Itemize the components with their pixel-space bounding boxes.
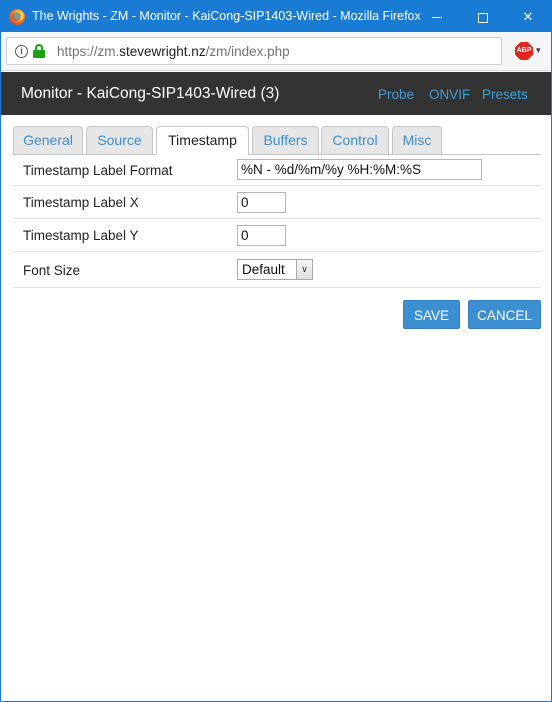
browser-window: The Wrights - ZM - Monitor - KaiCong-SIP… bbox=[0, 0, 552, 702]
form-row: Timestamp Label X bbox=[13, 186, 541, 219]
close-button[interactable]: ✕ bbox=[505, 1, 551, 32]
timestamp-label-x-label: Timestamp Label X bbox=[23, 195, 139, 210]
tab-general[interactable]: General bbox=[13, 126, 83, 154]
form-row: Timestamp Label Format bbox=[13, 155, 541, 186]
timestamp-label-x-input[interactable] bbox=[237, 192, 286, 213]
probe-link[interactable]: Probe bbox=[378, 87, 414, 102]
info-icon[interactable]: i bbox=[15, 45, 28, 58]
navigation-bar: i https://zm.stevewright.nz/zm/index.php… bbox=[1, 32, 551, 71]
font-size-label: Font Size bbox=[23, 263, 81, 278]
form-row: Font Size Default ∨ bbox=[13, 252, 541, 288]
font-size-select[interactable]: Default ∨ bbox=[237, 259, 313, 280]
page-header: Monitor - KaiCong-SIP1403-Wired (3) Prob… bbox=[1, 72, 551, 115]
maximize-button[interactable] bbox=[460, 1, 506, 32]
page-title: Monitor - KaiCong-SIP1403-Wired (3) bbox=[21, 85, 280, 102]
timestamp-label-y-input[interactable] bbox=[237, 225, 286, 246]
title-bar[interactable]: The Wrights - ZM - Monitor - KaiCong-SIP… bbox=[1, 1, 551, 32]
tab-timestamp[interactable]: Timestamp bbox=[156, 126, 249, 155]
tab-buffers[interactable]: Buffers bbox=[252, 126, 319, 154]
lock-icon[interactable] bbox=[33, 44, 45, 58]
window-title: The Wrights - ZM - Monitor - KaiCong-SIP… bbox=[32, 9, 421, 23]
chevron-down-icon[interactable]: ▾ bbox=[536, 45, 541, 56]
timestamp-label-y-label: Timestamp Label Y bbox=[23, 228, 139, 243]
cancel-button[interactable]: CANCEL bbox=[468, 300, 541, 329]
onvif-link[interactable]: ONVIF bbox=[429, 87, 470, 102]
font-size-value: Default bbox=[242, 262, 285, 277]
chevron-down-icon[interactable]: ∨ bbox=[296, 260, 312, 279]
tab-control[interactable]: Control bbox=[321, 126, 389, 154]
tab-source[interactable]: Source bbox=[86, 126, 153, 154]
save-button[interactable]: SAVE bbox=[403, 300, 460, 329]
minimize-icon bbox=[432, 17, 442, 19]
adblock-icon[interactable]: ABP bbox=[515, 42, 533, 60]
maximize-icon bbox=[478, 12, 488, 23]
minimize-button[interactable] bbox=[414, 1, 460, 32]
presets-link[interactable]: Presets bbox=[482, 87, 528, 102]
firefox-icon bbox=[9, 9, 25, 25]
url-text[interactable]: https://zm.stevewright.nz/zm/index.php bbox=[57, 44, 290, 59]
tab-misc[interactable]: Misc bbox=[392, 126, 442, 154]
close-icon: ✕ bbox=[522, 9, 534, 24]
tab-bar: General Source Timestamp Buffers Control… bbox=[13, 126, 541, 155]
timestamp-label-format-label: Timestamp Label Format bbox=[23, 163, 173, 178]
address-bar[interactable]: i https://zm.stevewright.nz/zm/index.php bbox=[6, 37, 502, 65]
timestamp-label-format-input[interactable] bbox=[237, 159, 482, 180]
form-row: Timestamp Label Y bbox=[13, 219, 541, 252]
